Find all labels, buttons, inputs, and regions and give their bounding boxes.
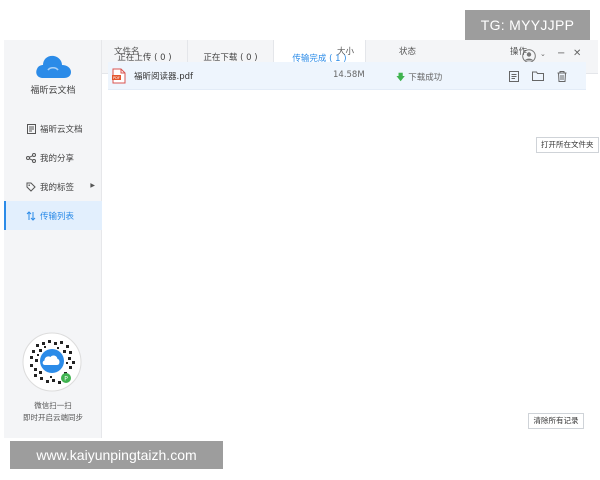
qr-caption: 微信扫一扫 即时开启云端同步 — [23, 401, 83, 422]
folder-icon[interactable] — [531, 69, 545, 83]
app-window: 福昕云文档 福昕云文档 我的分享 我的标签 ▶ 传输列表 P 微信扫一扫 即时开… — [4, 40, 598, 438]
column-header-status: 状态 — [399, 47, 417, 57]
sidebar-nav: 福昕云文档 我的分享 我的标签 ▶ 传输列表 — [4, 114, 102, 230]
sidebar-item-label: 我的标签 — [40, 182, 75, 193]
sidebar-item-transfer-list[interactable]: 传输列表 — [4, 201, 102, 230]
table-header: 文件名 大小 状态 操作 — [108, 40, 586, 62]
trash-icon[interactable] — [555, 69, 569, 83]
pdf-file-icon: PDF — [112, 68, 126, 84]
sidebar-item-label: 我的分享 — [40, 153, 75, 164]
tooltip-open-folder: 打开所在文件夹 — [536, 137, 599, 153]
download-arrow-icon: 🡇 — [396, 73, 406, 83]
open-file-icon[interactable] — [507, 69, 521, 83]
clear-all-records-button[interactable]: 清除所有记录 — [528, 413, 584, 429]
column-header-size: 大小 — [337, 47, 355, 57]
svg-text:P: P — [64, 376, 68, 383]
document-icon — [26, 123, 36, 134]
svg-text:PDF: PDF — [113, 76, 120, 80]
table-row[interactable]: PDF 福昕阅读器.pdf 14.58M 🡇 下载成功 — [108, 62, 586, 90]
app-name: 福昕云文档 — [30, 86, 76, 96]
watermark-top: TG: MYYJJPP — [465, 10, 590, 40]
transfer-icon — [26, 210, 36, 221]
sidebar: 福昕云文档 福昕云文档 我的分享 我的标签 ▶ 传输列表 P 微信扫一扫 即时开… — [4, 40, 102, 438]
file-size: 14.58M — [333, 70, 365, 80]
sidebar-item-cloud-docs[interactable]: 福昕云文档 — [4, 114, 102, 143]
share-icon — [26, 152, 36, 163]
column-header-name: 文件名 — [114, 47, 140, 57]
sidebar-item-my-tags[interactable]: 我的标签 ▶ — [4, 172, 102, 201]
qr-code-icon[interactable]: P — [22, 332, 82, 392]
file-status: 🡇 下载成功 — [396, 73, 443, 83]
column-header-actions: 操作 — [510, 47, 528, 57]
tag-icon — [26, 182, 36, 192]
sidebar-item-label: 福昕云文档 — [40, 124, 83, 135]
sidebar-item-my-share[interactable]: 我的分享 — [4, 143, 102, 172]
watermark-bottom: www.kaiyunpingtaizh.com — [10, 441, 223, 469]
transfer-table: 文件名 大小 状态 操作 PDF 福昕阅读器.pdf 14.58M 🡇 下载成功 — [108, 40, 586, 90]
file-name[interactable]: 福昕阅读器.pdf — [134, 70, 193, 82]
caret-right-icon: ▶ — [90, 182, 95, 189]
sidebar-item-label: 传输列表 — [40, 211, 75, 222]
cloud-logo-icon — [36, 55, 71, 78]
